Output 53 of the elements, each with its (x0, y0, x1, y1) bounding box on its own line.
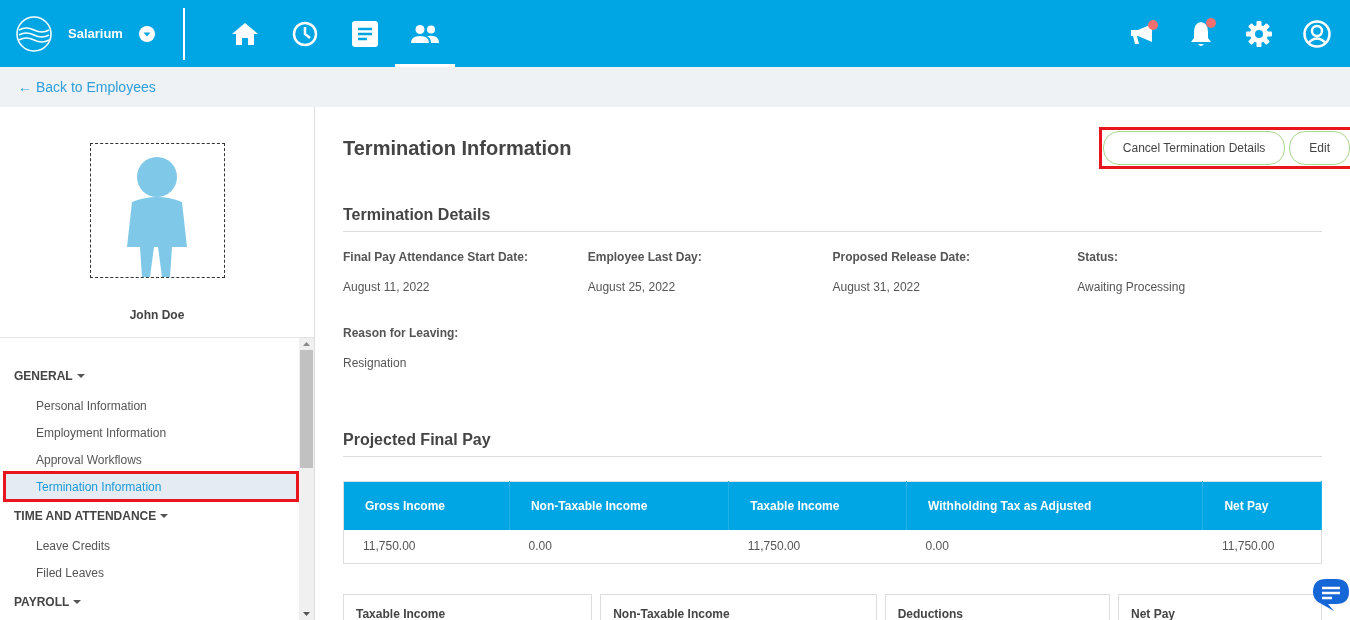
dropdown-caret-icon[interactable] (138, 25, 155, 42)
column-header: Taxable Income (728, 481, 907, 530)
home-icon (231, 22, 258, 45)
field-label: Employee Last Day: (587, 249, 703, 266)
field-value: Resignation (343, 355, 408, 372)
table-cell: 0.00 (906, 529, 1203, 564)
table-cell: 0.00 (509, 529, 729, 564)
field-value: August 11, 2022 (343, 279, 431, 296)
card-title: Deductions (897, 607, 963, 620)
section-heading[interactable]: GENERAL (14, 367, 73, 385)
action-button[interactable]: Cancel Termination Details (1102, 131, 1286, 165)
field-label: Reason for Leaving: (343, 325, 460, 342)
column-header: Non-Taxable Income (509, 481, 729, 530)
column-header: Gross Income (343, 481, 510, 530)
clock-icon (291, 20, 318, 47)
field-label: Final Pay Attendance Start Date: (343, 249, 529, 266)
scrollbar[interactable] (299, 338, 314, 620)
section-heading[interactable]: PAYROLL (14, 593, 70, 611)
field-value: Awaiting Processing (1077, 279, 1187, 296)
section-title: Projected Final Pay (343, 428, 1322, 457)
brand-name: Salarium (68, 24, 123, 43)
sidebar-item[interactable]: Approval Workflows (5, 446, 297, 473)
card-title: Taxable Income (356, 607, 446, 620)
field-value: August 25, 2022 (587, 279, 677, 296)
settings-icon (1246, 20, 1272, 47)
card-title: Non-Taxable Income (613, 607, 730, 620)
table-cell: 11,750.00 (728, 529, 907, 564)
section-title: Termination Details (343, 203, 1322, 232)
field-label: Proposed Release Date: (832, 249, 971, 266)
employee-name: John Doe (129, 307, 185, 324)
sidebar-item[interactable]: Leave Credits (5, 532, 297, 559)
people-icon (410, 24, 439, 43)
caret-icon[interactable] (76, 373, 85, 379)
field-label: Status: (1077, 249, 1119, 266)
sidebar-item[interactable]: Filed Leaves (5, 559, 297, 586)
sidebar-item[interactable]: Employment Information (5, 419, 297, 446)
caret-icon[interactable] (160, 513, 169, 519)
sidebar-item[interactable]: Personal Information (5, 392, 297, 419)
card-title: Net Pay (1130, 607, 1175, 620)
action-button[interactable]: Edit (1289, 131, 1350, 165)
document-icon (351, 20, 378, 47)
column-header: Net Pay (1202, 481, 1322, 530)
field-value: August 31, 2022 (832, 279, 921, 296)
chat-icon[interactable] (1312, 578, 1350, 612)
bell-icon (1190, 20, 1212, 47)
table-cell: 11,750.00 (1202, 529, 1322, 564)
table-cell: 11,750.00 (343, 529, 510, 564)
column-header: Withholding Tax as Adjusted (906, 481, 1203, 530)
logo-icon (16, 15, 52, 52)
caret-icon[interactable] (73, 599, 82, 605)
page-title: Termination Information (343, 136, 572, 161)
section-heading[interactable]: TIME AND ATTENDANCE (14, 507, 157, 525)
user-profile-icon (1303, 19, 1331, 48)
